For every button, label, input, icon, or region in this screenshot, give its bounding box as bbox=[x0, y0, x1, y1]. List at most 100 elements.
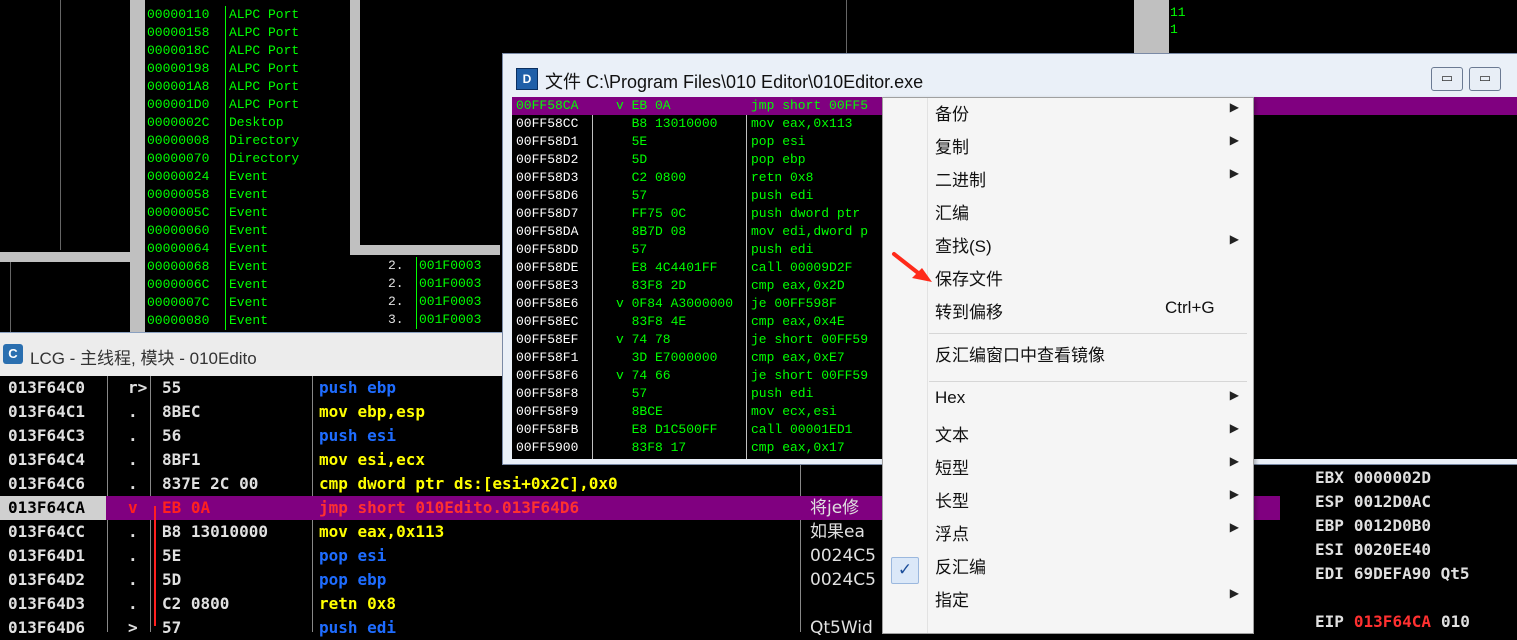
app-icon: C bbox=[3, 344, 23, 364]
handle-row[interactable]: 00000080 Event bbox=[145, 312, 268, 330]
handle-type: Event bbox=[229, 259, 269, 274]
hex-bytes: 5D bbox=[162, 570, 182, 589]
hex-bytes: v EB 0A bbox=[616, 98, 671, 113]
handle-row[interactable]: 00000064 Event bbox=[145, 240, 268, 258]
address: 00FF58E6 bbox=[516, 296, 579, 311]
handle-row[interactable]: 00000158 ALPC Port bbox=[145, 24, 299, 42]
handle-extra-row[interactable]: 2. 001F0003 bbox=[360, 257, 500, 275]
menu-item[interactable]: 二进制 ▶ bbox=[883, 166, 1253, 199]
jump-marker: . bbox=[128, 474, 138, 493]
menu-item-label: 反汇编窗口中查看镜像 bbox=[935, 346, 1105, 365]
menu-item[interactable]: 短型 ▶ bbox=[883, 454, 1253, 487]
background-panel bbox=[10, 262, 11, 332]
handle-type: Directory bbox=[229, 133, 300, 148]
menu-item[interactable]: 长型 ▶ bbox=[883, 487, 1253, 520]
menu-item[interactable]: ✓ 反汇编 bbox=[883, 553, 1253, 586]
instruction: jmp short 00FF5 bbox=[751, 98, 869, 113]
hex-bytes: 83F8 17 bbox=[616, 440, 687, 455]
address: 013F64D3 bbox=[8, 594, 86, 613]
handle-row[interactable]: 0000005C Event bbox=[145, 204, 268, 222]
register-row[interactable]: EBP 0012D0B0 bbox=[1315, 514, 1431, 538]
jump-marker: . bbox=[128, 522, 138, 541]
instruction: je short 00FF59 bbox=[751, 332, 869, 347]
jump-marker: . bbox=[128, 594, 138, 613]
handle-row[interactable]: 00000024 Event bbox=[145, 168, 268, 186]
background-divider bbox=[846, 0, 847, 55]
address: 00FF58DE bbox=[516, 260, 579, 275]
menu-item[interactable]: 指定 ▶ bbox=[883, 586, 1253, 619]
handle-row[interactable]: 000001A8 ALPC Port bbox=[145, 78, 299, 96]
handle-extra-row[interactable]: 2. 001F0003 bbox=[360, 275, 500, 293]
instruction: push esi bbox=[319, 426, 397, 445]
register-value: 0020EE40 bbox=[1353, 540, 1431, 559]
address: 013F64D6 bbox=[8, 618, 86, 637]
instruction: je 00FF598F bbox=[751, 296, 837, 311]
instruction: cmp eax,0x17 bbox=[751, 440, 845, 455]
address: 00FF58EC bbox=[516, 314, 579, 329]
instruction: push ebp bbox=[319, 378, 397, 397]
submenu-arrow-icon: ▶ bbox=[1229, 100, 1239, 114]
minimize-button[interactable]: ▭ bbox=[1431, 67, 1463, 91]
menu-item[interactable]: 文本 ▶ bbox=[883, 421, 1253, 454]
menu-item-label: Hex bbox=[935, 388, 966, 407]
jump-marker: . bbox=[128, 546, 138, 565]
handle-extra-row[interactable]: 2. 001F0003 bbox=[360, 293, 500, 311]
jump-marker: v bbox=[128, 498, 138, 517]
register-row[interactable]: ESP 0012D0AC bbox=[1315, 490, 1431, 514]
submenu-arrow-icon: ▶ bbox=[1229, 454, 1239, 468]
address: 00FF58D1 bbox=[516, 134, 579, 149]
menu-item[interactable]: 转到偏移 Ctrl+G bbox=[883, 298, 1253, 331]
handle-extra-row[interactable]: 3. 001F0003 bbox=[360, 311, 500, 329]
register-row[interactable]: EIP 013F64CA 010 bbox=[1315, 610, 1470, 634]
handle-type: Directory bbox=[229, 151, 300, 166]
handle-row[interactable]: 00000068 Event bbox=[145, 258, 268, 276]
menu-item[interactable]: Hex ▶ bbox=[883, 388, 1253, 421]
handle-row[interactable]: 00000058 Event bbox=[145, 186, 268, 204]
instruction: mov ebp,esp bbox=[319, 402, 425, 421]
register-row[interactable]: EDI 69DEFA90 Qt5 bbox=[1315, 562, 1470, 586]
jump-marker: r> bbox=[128, 378, 148, 397]
menu-item[interactable]: 保存文件 bbox=[883, 265, 1253, 298]
address: 00FF58D2 bbox=[516, 152, 579, 167]
handle-type: ALPC Port bbox=[229, 7, 300, 22]
menu-item[interactable]: 备份 ▶ bbox=[883, 100, 1253, 133]
handle-row[interactable]: 000001D0 ALPC Port bbox=[145, 96, 299, 114]
handle-row[interactable]: 0000007C Event bbox=[145, 294, 268, 312]
handle-row[interactable]: 00000070 Directory bbox=[145, 150, 299, 168]
hex-bytes: 3D E7000000 bbox=[616, 350, 718, 365]
address: 013F64C6 bbox=[8, 474, 86, 493]
handle-value: 0000006C bbox=[145, 276, 226, 294]
handle-row[interactable]: 00000198 ALPC Port bbox=[145, 60, 299, 78]
handle-row[interactable]: 0000006C Event bbox=[145, 276, 268, 294]
handle-row[interactable]: 0000018C ALPC Port bbox=[145, 42, 299, 60]
hex-bytes: v 74 66 bbox=[616, 368, 671, 383]
menu-item[interactable]: 汇编 bbox=[883, 199, 1253, 232]
jump-marker: > bbox=[128, 618, 138, 637]
lcg-window-titlebar[interactable]: C LCG - 主线程, 模块 - 010Edito bbox=[0, 332, 505, 377]
hex-bytes: FF75 0C bbox=[616, 206, 687, 221]
menu-item-label: 汇编 bbox=[935, 204, 969, 223]
menu-item[interactable]: 查找(S) ▶ bbox=[883, 232, 1253, 265]
instruction: cmp eax,0xE7 bbox=[751, 350, 845, 365]
handle-row[interactable]: 00000008 Directory bbox=[145, 132, 299, 150]
handle-row[interactable]: 0000002C Desktop bbox=[145, 114, 284, 132]
handle-row[interactable]: 00000110 ALPC Port bbox=[145, 6, 299, 24]
register-name: EDI bbox=[1315, 564, 1344, 583]
instruction: push edi bbox=[751, 386, 814, 401]
submenu-arrow-icon: ▶ bbox=[1229, 232, 1239, 246]
lcg-window-title: LCG - 主线程, 模块 - 010Edito bbox=[30, 349, 257, 368]
register-row[interactable]: ESI 0020EE40 bbox=[1315, 538, 1431, 562]
menu-item[interactable]: 反汇编窗口中查看镜像 bbox=[883, 341, 1253, 374]
menu-item[interactable]: 浮点 ▶ bbox=[883, 520, 1253, 553]
register-row[interactable]: EBX 0000002D bbox=[1315, 466, 1431, 490]
instruction: push edi bbox=[751, 188, 814, 203]
address: 013F64C0 bbox=[8, 378, 86, 397]
menu-item[interactable]: 复制 ▶ bbox=[883, 133, 1253, 166]
handle-type: Event bbox=[229, 223, 269, 238]
submenu-arrow-icon: ▶ bbox=[1229, 586, 1239, 600]
background-panel bbox=[350, 0, 360, 255]
instruction: je short 00FF59 bbox=[751, 368, 869, 383]
maximize-button[interactable]: ▭ bbox=[1469, 67, 1501, 91]
background-panel bbox=[1134, 0, 1169, 55]
handle-row[interactable]: 00000060 Event bbox=[145, 222, 268, 240]
